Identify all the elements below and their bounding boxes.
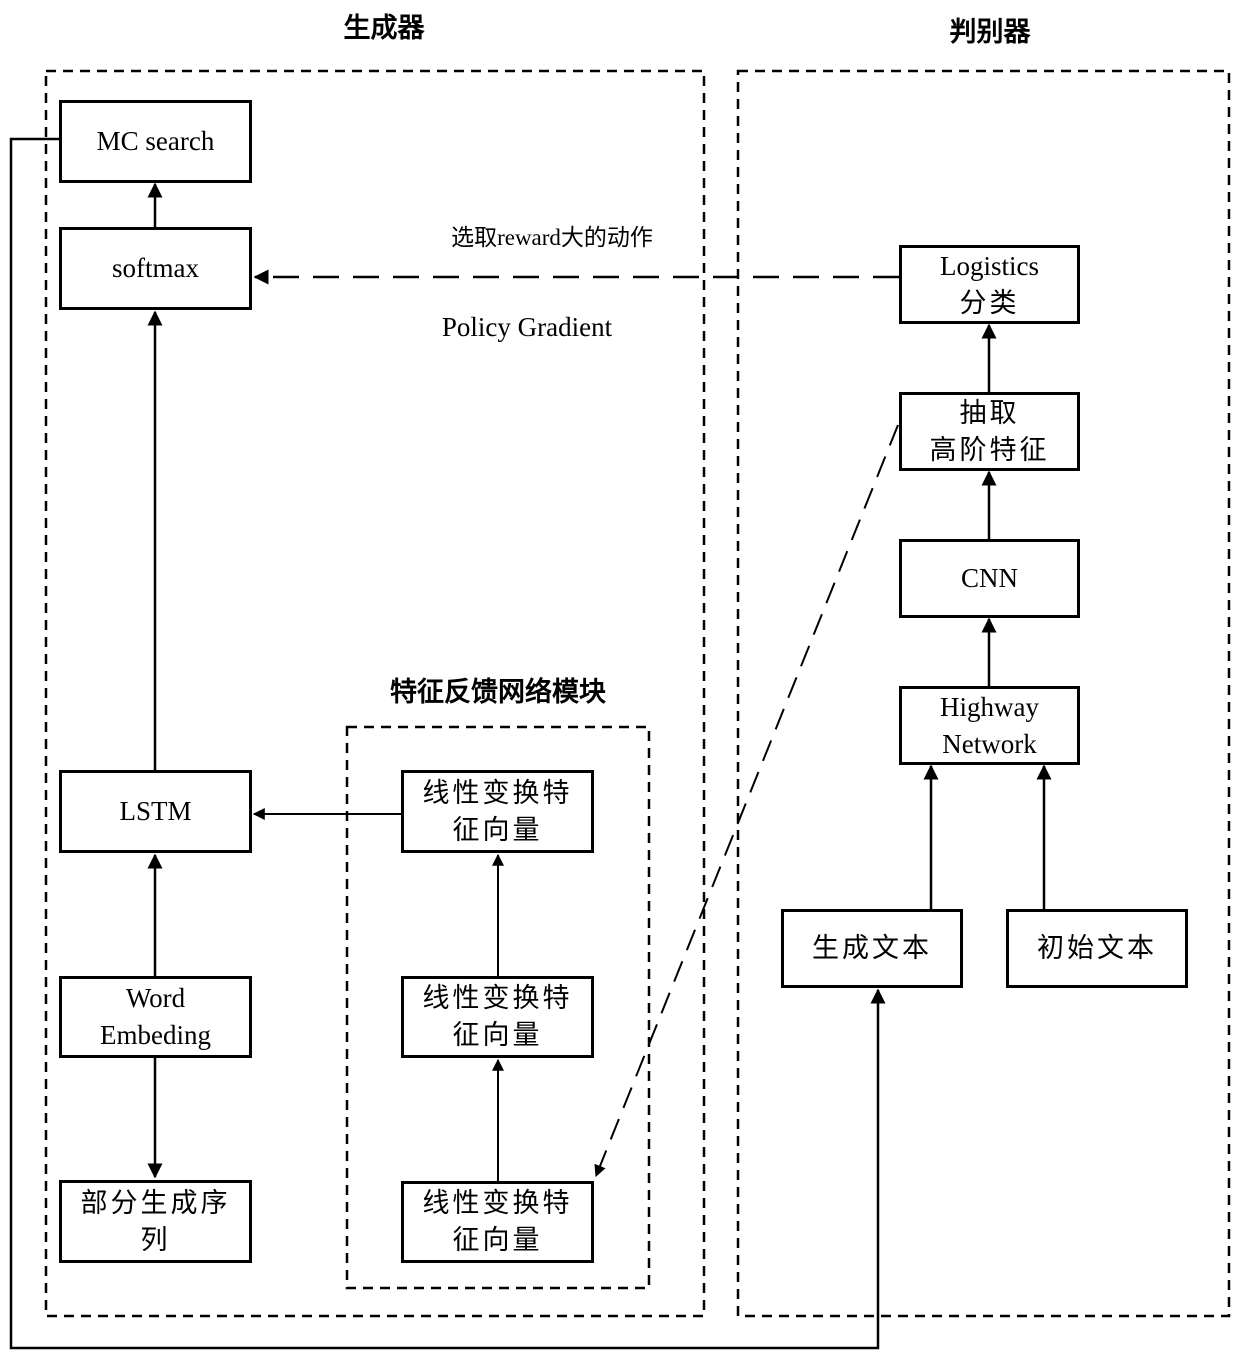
generator-title: 生成器 [343, 13, 425, 44]
cnn-node[interactable]: CNN [899, 539, 1080, 618]
discriminator-title: 判别器 [949, 17, 1031, 48]
feedback-module-title: 特征反馈网络模块 [390, 677, 606, 708]
highway-network-node[interactable]: Highway Network [899, 686, 1080, 765]
partial-sequence-label-line2: 列 [140, 1224, 171, 1255]
feedback-top-label-line2: 征向量 [452, 814, 543, 845]
partial-sequence-label-line1: 部分生成序 [80, 1187, 231, 1218]
cnn-label: CNN [960, 563, 1018, 593]
softmax-label: softmax [112, 253, 199, 283]
extract-features-label-line2: 高阶特征 [929, 434, 1050, 465]
feedback-bottom-label-line1: 线性变换特 [422, 1188, 573, 1218]
edge-features-to-feedback [594, 424, 899, 1178]
lstm-label: LSTM [119, 796, 192, 826]
feedback-middle-label-line1: 线性变换特 [422, 983, 573, 1013]
extract-features-node[interactable]: 抽取 高阶特征 [899, 392, 1080, 471]
highway-label-line1: Highway [940, 691, 1039, 722]
feedback-node-top[interactable]: 线性变换特 征向量 [401, 770, 594, 853]
logistics-label-line1: Logistics [940, 250, 1039, 281]
mc-search-label: MC search [96, 126, 215, 156]
feedback-top-label-line1: 线性变换特 [422, 777, 573, 808]
generated-text-label: 生成文本 [812, 933, 932, 963]
extract-features-label-line1: 抽取 [959, 397, 1020, 428]
logistics-node[interactable]: Logistics 分类 [899, 245, 1080, 324]
mc-search-node[interactable]: MC search [59, 100, 252, 183]
highway-label-line2: Network [942, 728, 1037, 759]
feedback-bottom-label-line2: 征向量 [452, 1225, 543, 1255]
generated-text-node[interactable]: 生成文本 [781, 909, 963, 988]
partial-sequence-node[interactable]: 部分生成序 列 [59, 1180, 252, 1263]
word-embedding-node[interactable]: Word Embeding [59, 976, 252, 1058]
original-text-node[interactable]: 初始文本 [1006, 909, 1188, 988]
diagram-wires [9, 69, 1231, 1350]
policy-gradient-label: Policy Gradient [441, 312, 613, 342]
softmax-node[interactable]: softmax [59, 227, 252, 310]
feedback-middle-label-line2: 征向量 [452, 1020, 543, 1050]
original-text-label: 初始文本 [1037, 933, 1157, 963]
feedback-node-bottom[interactable]: 线性变换特 征向量 [401, 1181, 594, 1263]
word-embedding-label-line2: Embeding [100, 1020, 211, 1050]
word-embedding-label-line1: Word [125, 983, 186, 1013]
feedback-node-middle[interactable]: 线性变换特 征向量 [401, 976, 594, 1058]
reward-action-label: 选取reward大的动作 [451, 225, 653, 250]
lstm-node[interactable]: LSTM [59, 770, 252, 853]
logistics-label-line2: 分类 [959, 287, 1020, 318]
